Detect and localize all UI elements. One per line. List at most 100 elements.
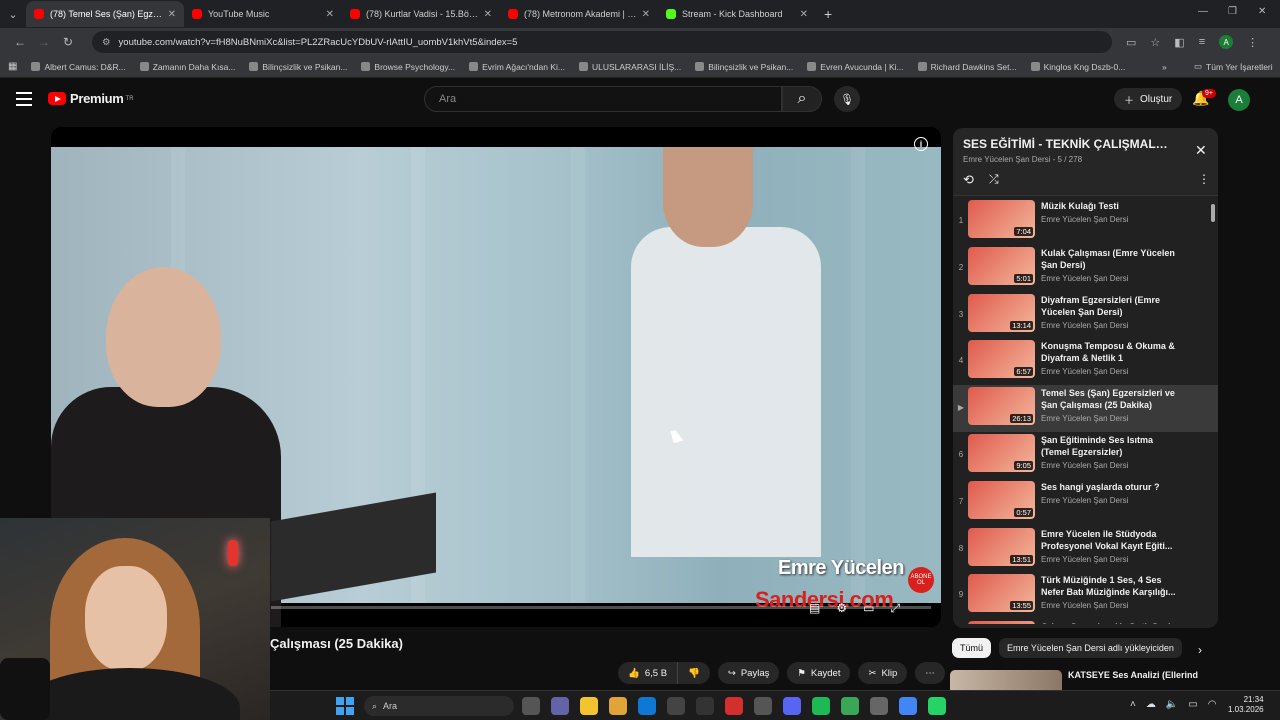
browser-tab[interactable]: (78) Metronom Akademi | 4. Bö ✕ (500, 1, 658, 27)
playlist-thumbnail[interactable]: 9:05 (968, 433, 1035, 472)
playlist-thumbnail[interactable]: 6:57 (968, 340, 1035, 379)
close-window-icon[interactable]: ✕ (1258, 6, 1266, 17)
more-actions-button[interactable]: ⋯ (915, 662, 945, 684)
store-icon[interactable] (667, 697, 685, 715)
tray-overflow-icon[interactable]: ˄ (1130, 699, 1136, 710)
speaker-icon[interactable]: 🔈 (1166, 699, 1178, 710)
bookmark-item[interactable]: Bilinçsizlik ve Psikan... (695, 62, 793, 72)
bookmark-item[interactable]: Richard Dawkins Set... (917, 62, 1017, 72)
tab-close-icon[interactable]: ✕ (326, 9, 334, 20)
bookmark-item[interactable]: Albert Camus: D&R... (31, 62, 126, 72)
tab-close-icon[interactable]: ✕ (168, 9, 176, 20)
playlist-item-title[interactable]: Türk Müziğinde 1 Ses, 4 Ses Nefer Batı M… (1041, 574, 1181, 598)
profile-avatar[interactable]: A (1219, 35, 1234, 49)
playlist-thumbnail[interactable]: 5:01 (968, 246, 1035, 285)
theater-mode-icon[interactable]: ▭ (863, 601, 874, 616)
kick-icon[interactable] (841, 697, 859, 715)
chatgpt-icon[interactable] (696, 697, 714, 715)
bookmark-item[interactable]: Zamanın Daha Kısa... (139, 62, 235, 72)
playlist-item-title[interactable]: Orhan Gencebay Ve Gırtlı Sesi (1041, 621, 1181, 624)
browser-tab[interactable]: YouTube Music ✕ (184, 1, 342, 27)
browser-tab[interactable]: (78) Kurtlar Vadisi - 15.Bölüm | ✕ (342, 1, 500, 27)
tab-close-icon[interactable]: ✕ (484, 9, 492, 20)
fullscreen-icon[interactable]: ⤢ (890, 601, 900, 616)
network-icon[interactable]: ☁ (1146, 699, 1156, 710)
chip-uploader[interactable]: Emre Yücelen Şan Dersi adlı yükleyiciden (999, 638, 1182, 658)
loop-icon[interactable]: ⟲ (963, 172, 974, 188)
playlist-item[interactable]: 10Orhan Gencebay Ve Gırtlı SesiEmre Yüce… (953, 619, 1218, 624)
extensions-icon[interactable]: ◧ (1174, 36, 1184, 49)
info-icon[interactable]: i (914, 137, 928, 151)
create-button[interactable]: ＋ Oluştur (1114, 88, 1183, 110)
playlist-thumbnail[interactable]: 13:55 (968, 574, 1035, 613)
taskbar-search[interactable]: ⌕ Ara (364, 696, 514, 716)
bookmarks-overflow-icon[interactable]: » (1162, 62, 1167, 72)
chrome-icon[interactable] (899, 697, 917, 715)
obs-icon[interactable] (870, 697, 888, 715)
menu-icon[interactable] (16, 92, 32, 106)
playlist-item-title[interactable]: Şan Eğitiminde Ses Isıtma (Temel Egzersi… (1041, 434, 1181, 458)
tab-close-icon[interactable]: ✕ (642, 9, 650, 20)
whatsapp-icon[interactable] (928, 697, 946, 715)
playlist-item-title[interactable]: Emre Yücelen ile Stüdyoda Profesyonel Vo… (1041, 528, 1181, 552)
edge-icon[interactable] (638, 697, 656, 715)
browser-tab[interactable]: Stream - Kick Dashboard ✕ (658, 1, 816, 27)
playlist-thumbnail[interactable]: 0:57 (968, 480, 1035, 519)
playlist-item-title[interactable]: Konuşma Temposu & Okuma & Diyafram & Net… (1041, 340, 1181, 364)
playlist-item[interactable]: 4 6:57 Konuşma Temposu & Okuma & Diyafram … (953, 338, 1218, 385)
playlist-item[interactable]: 9 13:55 Türk Müziğinde 1 Ses, 4 Ses Nefer … (953, 572, 1218, 619)
search-input[interactable]: Ara (424, 86, 782, 112)
spotify-icon[interactable] (812, 697, 830, 715)
youtube-app-icon[interactable] (725, 697, 743, 715)
playlist-thumbnail[interactable]: 13:14 (968, 293, 1035, 332)
playlist-item[interactable]: 3 13:14 Diyafram Egzersizleri (Emre Yücele… (953, 292, 1218, 339)
bookmark-item[interactable]: Kinglos Kng Dszb-0... (1030, 62, 1125, 72)
bookmark-star-icon[interactable]: ☆ (1150, 36, 1160, 49)
save-button[interactable]: ⚑ Kaydet (787, 662, 851, 684)
youtube-logo[interactable]: Premium TR (48, 91, 134, 106)
close-icon[interactable]: ✕ (1195, 142, 1207, 159)
shuffle-icon[interactable]: ⤮ (989, 172, 999, 187)
reload-icon[interactable]: ↻ (56, 35, 80, 49)
playlist-scrollbar[interactable] (1211, 200, 1215, 620)
playlist-item-title[interactable]: Kulak Çalışması (Emre Yücelen Şan Dersi) (1041, 247, 1181, 271)
battery-icon[interactable]: ▭ (1188, 699, 1197, 710)
task-view-icon[interactable] (522, 697, 540, 715)
forward-icon[interactable]: → (32, 35, 56, 49)
voice-search-button[interactable]: 🎙 (834, 86, 860, 112)
scrollbar-thumb[interactable] (1211, 204, 1215, 222)
url-input[interactable]: ⚙ youtube.com/watch?v=fH8NuBNmiXc&list=P… (92, 31, 1112, 53)
playlist-item[interactable]: ▶ 26:13 Temel Ses (Şan) Egzersizleri ve Şa… (953, 385, 1218, 432)
browser-tab[interactable]: (78) Temel Ses (Şan) Egzersizleri ✕ (26, 1, 184, 27)
like-button[interactable]: 👍 6,5 B (618, 662, 679, 684)
playlist-item-title[interactable]: Temel Ses (Şan) Egzersizleri ve Şan Çalı… (1041, 387, 1181, 411)
playlist-item[interactable]: 7 0:57 Ses hangi yaşlarda oturur ? Emre Yüc… (953, 479, 1218, 526)
account-avatar[interactable]: A (1228, 89, 1250, 111)
playlist-item-title[interactable]: Diyafram Egzersizleri (Emre Yücelen Şan … (1041, 294, 1181, 318)
bookmark-item[interactable]: Bilinçsizlik ve Psikan... (249, 62, 347, 72)
playlist-title[interactable]: SES EĞİTİMİ - TEKNİK ÇALIŞMALA... (963, 137, 1168, 151)
playlist-thumbnail[interactable] (968, 621, 1035, 624)
media-icon[interactable]: ≡ (1199, 36, 1205, 48)
site-info-icon[interactable]: ⚙ (102, 37, 111, 48)
all-bookmarks-folder[interactable]: ▭ Tüm Yer İşaretleri (1194, 61, 1273, 72)
playlist-item[interactable]: 6 9:05 Şan Eğitiminde Ses Isıtma (Temel Eg… (953, 432, 1218, 479)
playlist-item-title[interactable]: Müzik Kulağı Testi (1041, 200, 1181, 212)
bookmark-item[interactable]: Browse Psychology... (361, 62, 455, 72)
teams-icon[interactable] (551, 697, 569, 715)
search-button[interactable]: ⌕ (782, 86, 822, 112)
discord-icon[interactable] (783, 697, 801, 715)
apps-grid-icon[interactable]: ▦ (8, 61, 17, 72)
new-tab-button[interactable]: + (816, 6, 840, 22)
dislike-button[interactable]: 👎 (678, 662, 710, 684)
playlist-more-icon[interactable]: ⋮ (1198, 172, 1210, 186)
clip-button[interactable]: ✂ Klip (858, 662, 908, 684)
playlist-item[interactable]: 1 7:04 Müzik Kulağı Testi Emre Yücelen Şan … (953, 198, 1218, 245)
taskbar-clock[interactable]: 21:34 1.03.2026 (1228, 695, 1264, 715)
playlist-thumbnail[interactable]: 7:04 (968, 200, 1035, 238)
chip-all[interactable]: Tümü (952, 638, 992, 658)
settings-gear-icon[interactable]: ⚙ (836, 601, 847, 616)
tab-close-icon[interactable]: ✕ (800, 9, 808, 20)
bookmark-item[interactable]: ULUSLARARASI İLİŞ... (578, 62, 681, 72)
playlist-thumbnail[interactable]: 26:13 (968, 387, 1035, 426)
